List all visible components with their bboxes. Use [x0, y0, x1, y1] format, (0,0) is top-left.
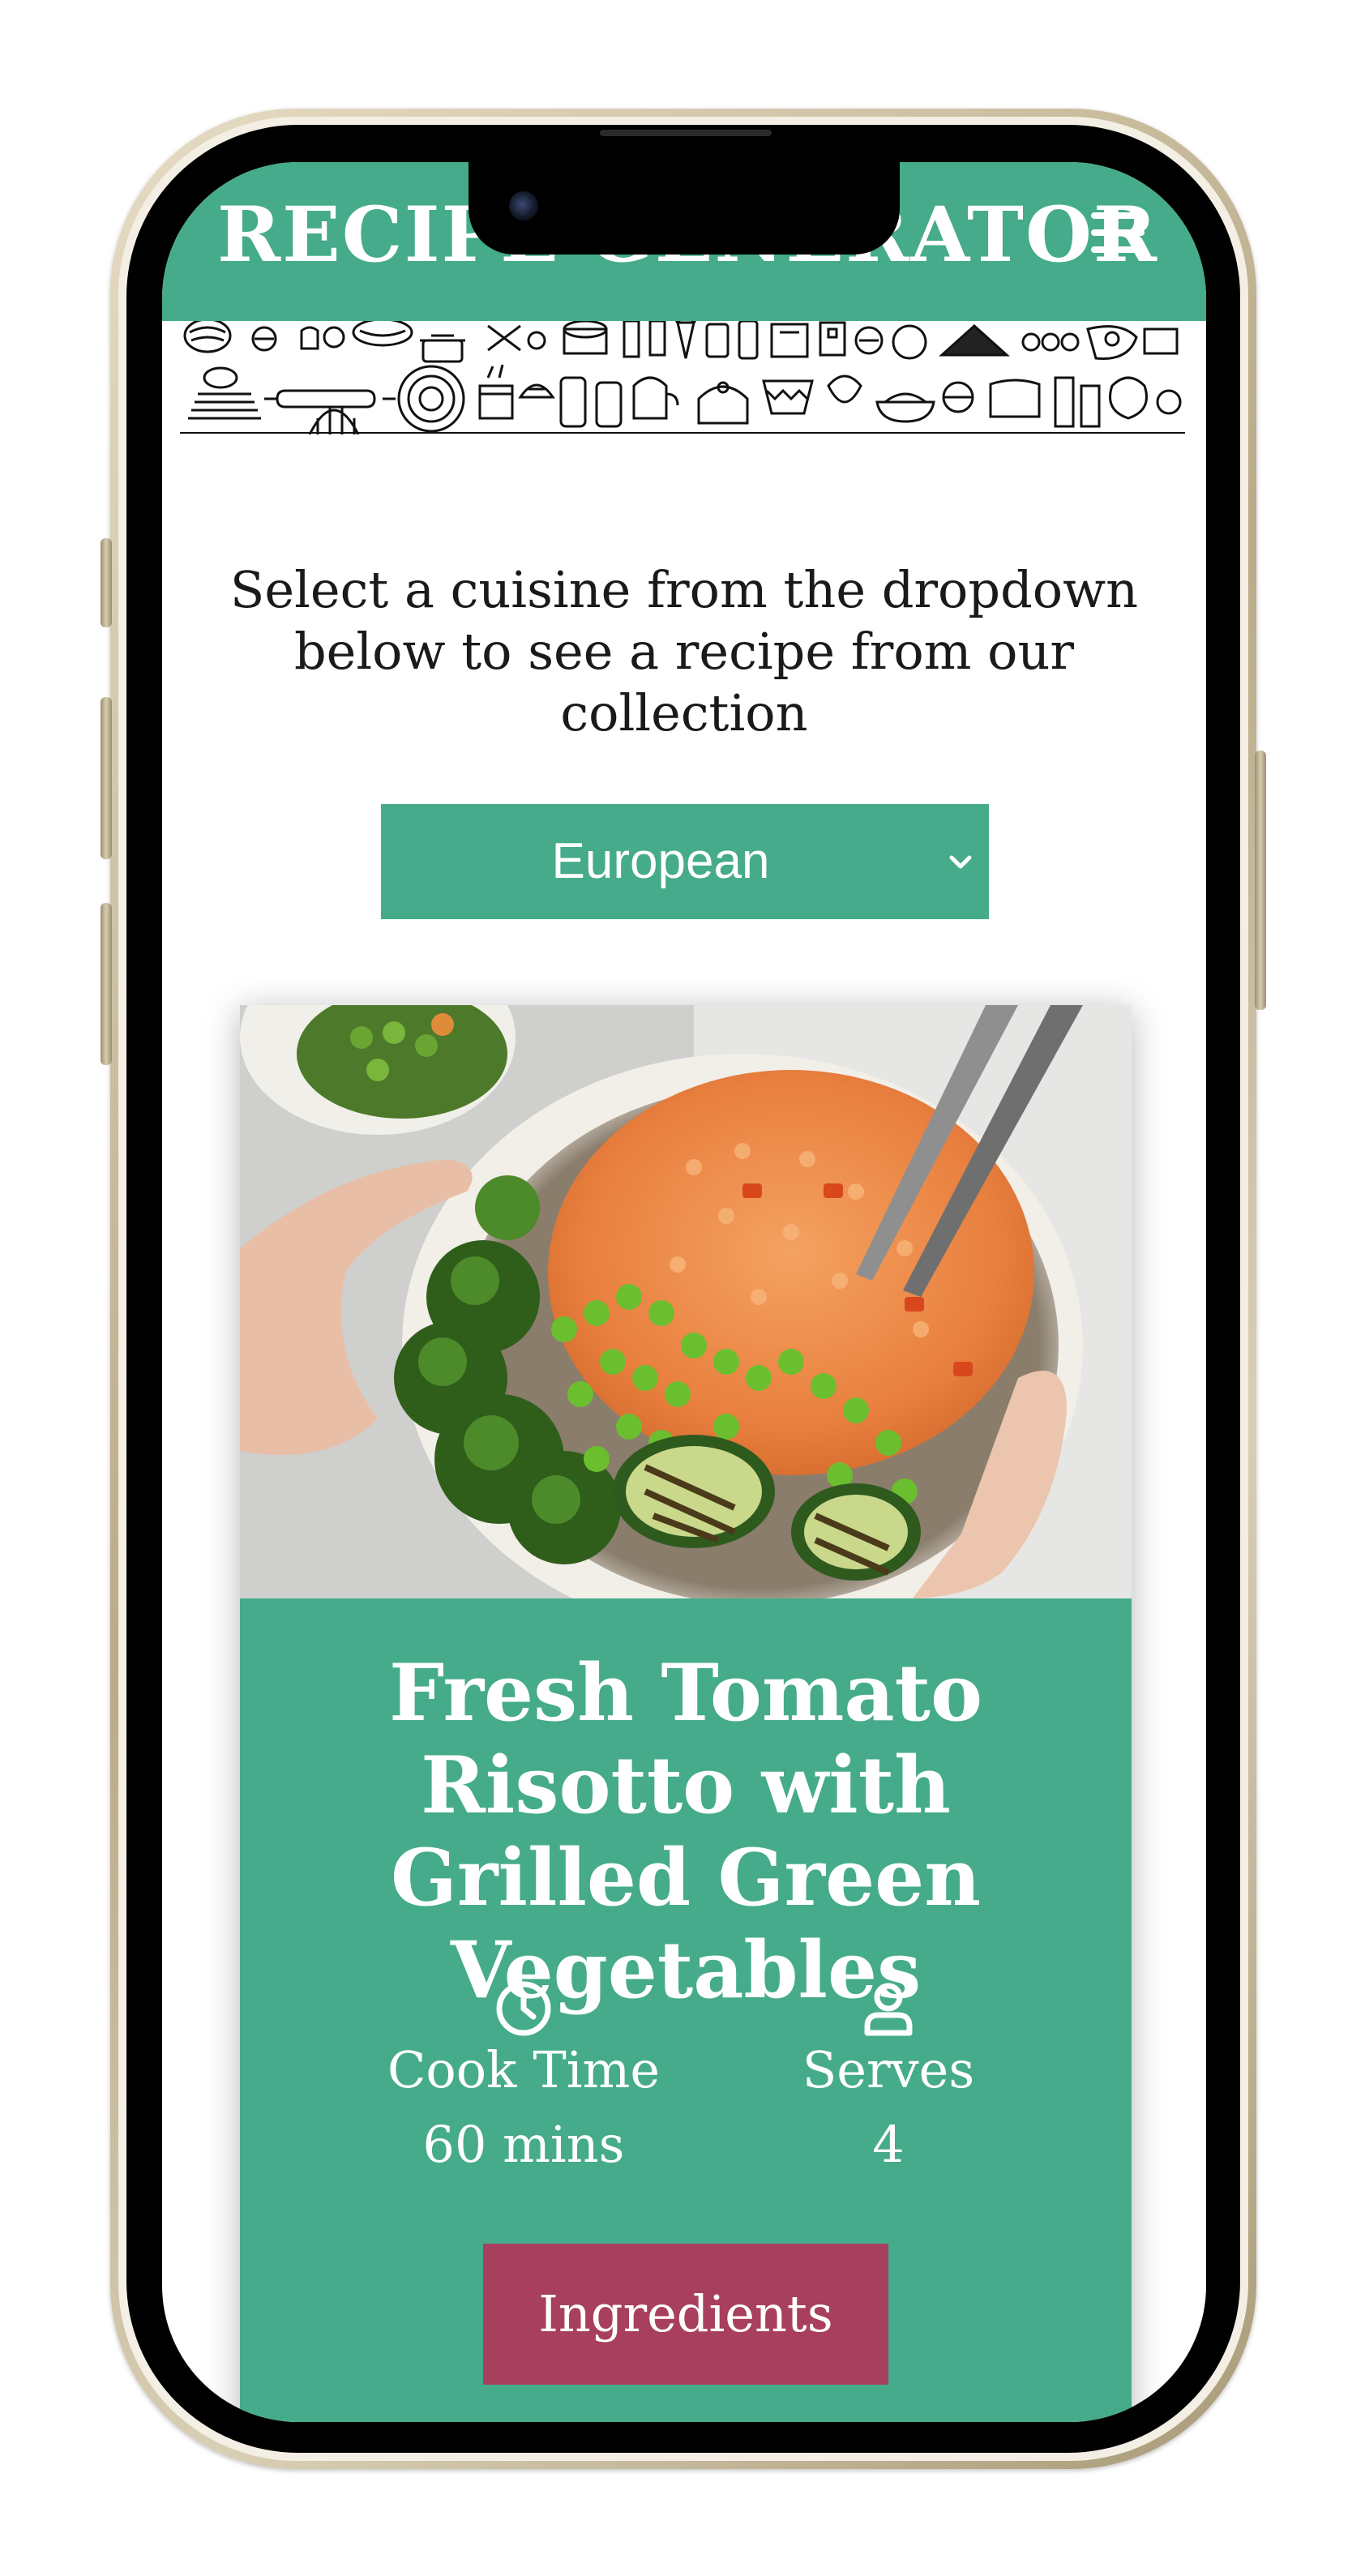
chevron-down-icon[interactable] [947, 851, 974, 872]
recipe-title: Fresh Tomato Risotto with Grilled Green … [389, 1647, 982, 2016]
ingredients-button[interactable]: Ingredients [483, 2244, 888, 2385]
serves-value: 4 [872, 2115, 905, 2174]
recipe-card: Fresh Tomato Risotto with Grilled Green … [240, 1005, 1132, 2422]
speaker-grill [600, 130, 772, 136]
cook-time-stat: Cook Time 60 mins [362, 1979, 686, 2177]
phone-screen: RECIPE GENERATOR [162, 162, 1206, 2422]
cuisine-dropdown-value: European [551, 833, 770, 889]
silent-switch [101, 538, 112, 627]
user-icon [864, 1983, 913, 2036]
recipe-photo [240, 1005, 1132, 1598]
volume-down-button [101, 903, 112, 1065]
serves-stat: Serves 4 [726, 1979, 1050, 2177]
food-doodle-banner [180, 321, 1185, 434]
front-camera [509, 191, 538, 220]
cook-time-label: Cook Time [387, 2040, 661, 2099]
power-button [1255, 751, 1266, 1010]
recipe-details: Fresh Tomato Risotto with Grilled Green … [240, 1598, 1132, 2422]
cuisine-dropdown[interactable]: European [381, 804, 989, 919]
clock-icon [496, 1981, 551, 2036]
cook-time-value: 60 mins [422, 2115, 625, 2174]
intro-text: Select a cuisine from the dropdown below… [229, 560, 1139, 742]
volume-up-button [101, 697, 112, 859]
serves-label: Serves [802, 2040, 975, 2099]
hamburger-menu-icon[interactable] [1091, 212, 1145, 261]
